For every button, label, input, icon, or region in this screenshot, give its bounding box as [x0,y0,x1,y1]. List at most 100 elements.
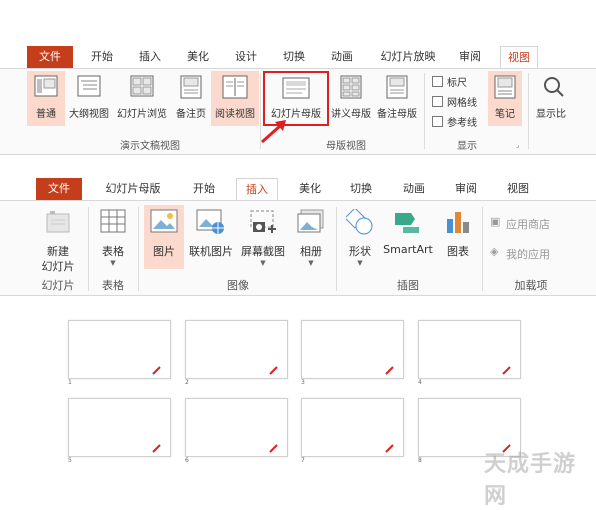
group-label-addins: 加载项 [514,279,548,292]
slide-sorter-label: 幻灯片浏览 [117,109,167,120]
slide-master-icon [282,77,310,99]
reading-view-button[interactable]: 阅读视图 [211,71,259,126]
tab-transitions[interactable]: 切换 [345,178,377,200]
gridlines-checkbox[interactable] [432,96,443,107]
tab-review[interactable]: 审阅 [450,178,482,200]
album-label: 相册 [300,245,322,258]
table-icon [100,209,126,233]
new-slide-button[interactable]: 新建 幻灯片 [34,205,82,275]
group-separator [88,207,89,291]
slide-thumbnail[interactable] [301,320,404,379]
tab-slideshow[interactable]: 幻灯片放映 [376,46,440,68]
insert-ribbon: 新建 幻灯片 表格 ▼ 图片 联机图片 屏幕截图 ▼ 相册 ▼ 形状 ▼ Sma… [0,200,596,296]
group-label-show: 显示 [457,141,477,152]
insert-picture-button[interactable]: 图片 [144,205,184,269]
notes-master-button[interactable]: 备注母版 [374,71,420,126]
normal-view-button[interactable]: 普通 [27,71,65,126]
notes-page-label: 备注页 [176,109,206,120]
chart-button[interactable]: 图表 [440,205,476,269]
slide-thumbnail[interactable] [185,398,288,457]
screenshot-button[interactable]: 屏幕截图 ▼ [237,205,289,275]
tab-slide-master[interactable]: 幻灯片母版 [98,178,168,200]
guides-checkbox[interactable] [432,116,443,127]
online-picture-icon [196,209,224,234]
slide-thumbnail[interactable] [301,398,404,457]
magnifier-icon [544,77,564,97]
slide-number: 1 [68,379,72,386]
slide-thumbnail[interactable] [185,320,288,379]
notes-label: 笔记 [495,109,515,120]
slide-number: 3 [301,379,305,386]
new-slide-label-2: 幻灯片 [41,260,75,273]
my-apps-button[interactable]: ◈ 我的应用 [488,245,564,263]
tab-design[interactable]: 设计 [230,46,262,68]
table-label: 表格 [102,245,124,258]
app-store-button[interactable]: ▣ 应用商店 [488,215,564,233]
tab-review[interactable]: 审阅 [454,46,486,68]
slide-mark-icon [269,444,278,453]
slide-mark-icon [385,444,394,453]
tab-beautify[interactable]: 美化 [182,46,214,68]
slide-thumbnail[interactable] [68,320,171,379]
table-button[interactable]: 表格 ▼ [94,205,132,275]
smartart-button[interactable]: SmartArt [380,205,436,269]
slide-mark-icon [385,366,394,375]
zoom-label: 显示比 [536,109,566,120]
handout-master-label: 讲义母版 [331,109,371,120]
notes-page-icon [180,75,202,99]
notes-master-label: 备注母版 [377,109,417,120]
shapes-icon [346,209,373,235]
handout-master-button[interactable]: 讲义母版 [330,71,372,126]
slide-number: 4 [418,379,422,386]
slide-sorter-button[interactable]: 幻灯片浏览 [114,71,170,126]
bar-chart-icon [447,212,469,233]
ruler-label: 标尺 [447,78,467,89]
group-separator [138,207,139,291]
tab-home[interactable]: 开始 [188,178,220,200]
tab-view[interactable]: 视图 [500,46,538,69]
tab-insert[interactable]: 插入 [134,46,166,68]
tab-beautify[interactable]: 美化 [294,178,326,200]
new-slide-label: 新建 [47,245,69,258]
notes-page-button[interactable]: 备注页 [172,71,210,126]
tab-animations[interactable]: 动画 [398,178,430,200]
normal-view-icon [34,75,58,97]
photo-album-button[interactable]: 相册 ▼ [292,205,330,275]
group-label-master-views: 母版视图 [326,141,366,152]
gridlines-label: 网格线 [447,98,477,109]
group-separator [528,73,529,149]
chevron-down-icon: ▼ [308,259,314,267]
new-slide-icon [46,211,70,233]
slide-mark-icon [502,366,511,375]
slide-mark-icon [269,366,278,375]
tab-transitions[interactable]: 切换 [278,46,310,68]
group-label-images: 图像 [227,279,249,292]
online-picture-button[interactable]: 联机图片 [186,205,236,269]
slide-number: 6 [185,457,189,464]
ruler-checkbox[interactable] [432,76,443,87]
store-icon: ▣ [490,215,501,228]
tab-file[interactable]: 文件 [36,178,82,200]
slide-thumbnail[interactable] [68,398,171,457]
chevron-down-icon: ▼ [260,259,266,267]
outline-view-label: 大纲视图 [69,109,109,120]
tab-animations[interactable]: 动画 [326,46,358,68]
tab-view[interactable]: 视图 [502,178,534,200]
dialog-launcher-icon[interactable]: ⌟ [516,141,519,149]
smartart-label: SmartArt [383,243,433,256]
slide-number: 2 [185,379,189,386]
tab-home[interactable]: 开始 [86,46,118,68]
group-separator [336,207,337,291]
outline-view-icon [77,75,101,97]
outline-view-button[interactable]: 大纲视图 [66,71,112,126]
tab-file[interactable]: 文件 [27,46,73,68]
tab-insert[interactable]: 插入 [236,178,278,201]
slide-thumbnail[interactable] [418,320,521,379]
shapes-button[interactable]: 形状 ▼ [342,205,378,275]
zoom-button[interactable]: 显示比 [534,71,574,126]
notes-button[interactable]: 笔记 [488,71,522,126]
slide-number: 5 [68,457,72,464]
my-apps-label: 我的应用 [506,248,550,261]
smartart-icon [395,213,419,233]
view-tab-bar: 文件 开始 插入 美化 设计 切换 动画 幻灯片放映 审阅 视图 [0,46,596,69]
